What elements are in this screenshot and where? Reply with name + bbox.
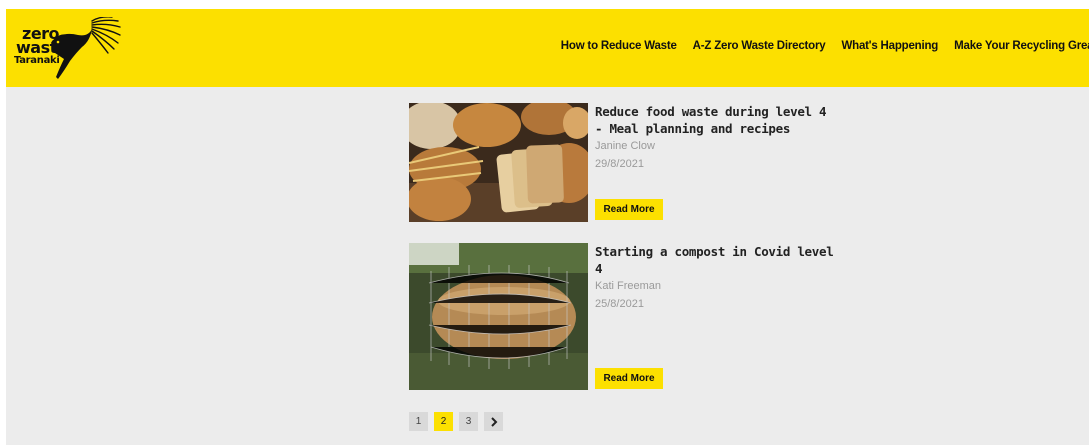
article-author: Kati Freeman bbox=[595, 280, 662, 292]
bread-photo[interactable] bbox=[409, 103, 588, 222]
nav-whats-happening[interactable]: What's Happening bbox=[841, 40, 938, 52]
article-info: Reduce food waste during level 4 - Meal … bbox=[595, 103, 839, 173]
page-3-button[interactable]: 3 bbox=[459, 412, 478, 431]
article-card: Reduce food waste during level 4 - Meal … bbox=[409, 103, 839, 223]
main-nav: How to Reduce Waste A-Z Zero Waste Direc… bbox=[561, 40, 1089, 52]
next-page-button[interactable] bbox=[484, 412, 503, 431]
page-1-button[interactable]: 1 bbox=[409, 412, 428, 431]
page-2-button[interactable]: 2 bbox=[434, 412, 453, 431]
nav-make-recycling-great[interactable]: Make Your Recycling Great bbox=[954, 40, 1089, 52]
nav-how-to-reduce-waste[interactable]: How to Reduce Waste bbox=[561, 40, 677, 52]
article-author: Janine Clow bbox=[595, 140, 655, 152]
compost-bin-photo-image bbox=[409, 243, 588, 390]
article-card: Starting a compost in Covid level 4 Kati… bbox=[409, 243, 839, 391]
page-frame: zero waste Taranaki How to Reduce Waste … bbox=[6, 9, 1089, 445]
article-info: Starting a compost in Covid level 4 Kati… bbox=[595, 243, 839, 313]
site-logo[interactable]: zero waste Taranaki bbox=[14, 17, 122, 81]
article-date: 25/8/2021 bbox=[595, 298, 644, 310]
article-title[interactable]: Reduce food waste during level 4 - Meal … bbox=[595, 103, 839, 137]
article-title[interactable]: Starting a compost in Covid level 4 bbox=[595, 243, 839, 277]
read-more-button[interactable]: Read More bbox=[595, 199, 663, 220]
nav-az-directory[interactable]: A-Z Zero Waste Directory bbox=[693, 40, 826, 52]
pagination: 1 2 3 bbox=[409, 412, 503, 431]
chevron-right-icon bbox=[490, 416, 497, 427]
read-more-button[interactable]: Read More bbox=[595, 368, 663, 389]
fantail-bird-icon bbox=[52, 17, 121, 79]
bread-photo-image bbox=[409, 103, 588, 222]
site-header: zero waste Taranaki How to Reduce Waste … bbox=[6, 9, 1089, 87]
compost-bin-photo[interactable] bbox=[409, 243, 588, 390]
article-date: 29/8/2021 bbox=[595, 158, 644, 170]
